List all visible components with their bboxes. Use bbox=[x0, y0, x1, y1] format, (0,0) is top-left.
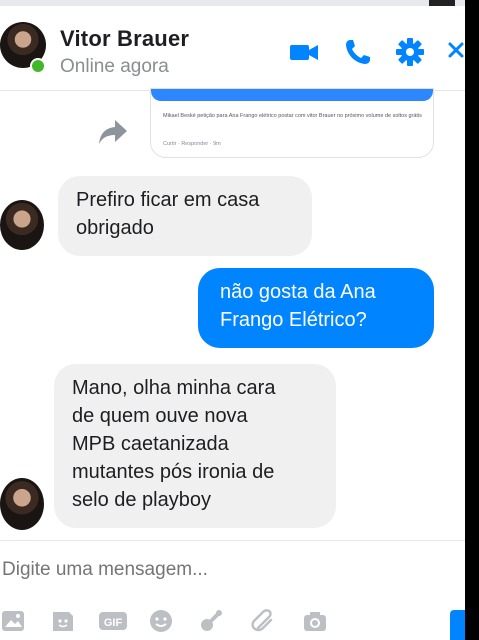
phone-icon[interactable] bbox=[342, 36, 374, 68]
forward-icon[interactable] bbox=[97, 116, 129, 146]
message-bubble-outgoing: não gosta da Ana Frango Elétrico? bbox=[198, 268, 434, 348]
camera-icon[interactable] bbox=[302, 608, 328, 634]
svg-text:GIF: GIF bbox=[104, 617, 123, 629]
online-indicator bbox=[30, 58, 46, 74]
game-icon[interactable] bbox=[198, 608, 224, 634]
gear-icon[interactable] bbox=[394, 36, 426, 68]
emoji-icon[interactable] bbox=[148, 608, 174, 634]
shared-post-text: Mikael Beské petição para Ana Frango elé… bbox=[163, 113, 422, 119]
composer-divider bbox=[0, 540, 465, 541]
shared-post-card[interactable]: Mikael Beské petição para Ana Frango elé… bbox=[150, 88, 434, 158]
thumbs-up-icon[interactable] bbox=[450, 610, 465, 640]
contact-avatar-small bbox=[0, 200, 44, 250]
image-icon[interactable] bbox=[0, 608, 26, 634]
message-bubble-incoming: Prefiro ficar em casa obrigado bbox=[58, 176, 312, 256]
chat-header: Vitor Brauer Online agora bbox=[0, 6, 465, 91]
message-input[interactable] bbox=[0, 558, 304, 582]
sticker-icon[interactable] bbox=[50, 608, 76, 634]
attachment-icon[interactable] bbox=[250, 608, 276, 634]
composer-toolbar: GIF bbox=[0, 600, 465, 640]
contact-status: Online agora bbox=[60, 56, 169, 77]
message-bubble-incoming: Mano, olha minha cara de quem ouve nova … bbox=[54, 364, 336, 528]
gif-icon[interactable]: GIF bbox=[98, 608, 128, 634]
contact-name[interactable]: Vitor Brauer bbox=[60, 26, 189, 52]
previous-bubble-edge bbox=[151, 89, 433, 101]
close-icon[interactable] bbox=[446, 36, 465, 68]
shared-post-footer: Curtir · Responder · 9m bbox=[163, 141, 221, 147]
contact-avatar-small bbox=[0, 478, 44, 530]
chat-window: Vitor Brauer Online agora Mikael Beské p… bbox=[0, 0, 465, 640]
video-camera-icon[interactable] bbox=[288, 36, 320, 68]
